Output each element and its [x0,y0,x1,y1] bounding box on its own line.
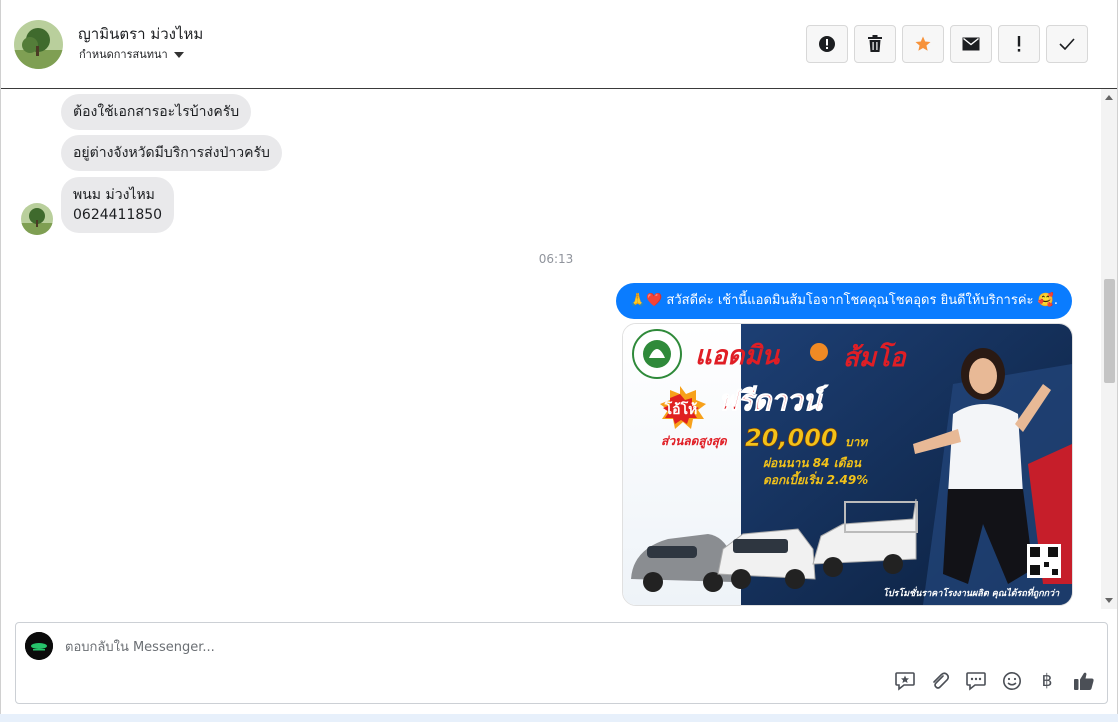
spam-button[interactable] [806,25,848,63]
assign-label: กำหนดการสนทนา [79,48,168,61]
promo-image[interactable]: โอ้โห้ แอดมิน ส้มโอ ฟรีดาวน์ ส่วนลดสูงสุ… [622,323,1073,606]
ad-discount-amount: 20,000 [745,424,838,452]
ad-installment: ผ่อนนาน 84 เดือน [763,456,862,470]
scroll-down-arrow-icon[interactable] [1105,598,1113,603]
contact-name[interactable]: ญามินตรา ม่วงไหม [78,22,203,46]
thread-scrollbar[interactable] [1101,89,1117,609]
ad-title-left: แอดมิน [695,341,780,371]
mark-unread-button[interactable] [950,25,992,63]
check-icon [1059,38,1075,50]
saved-reply-button[interactable] [893,669,917,693]
thumbs-up-icon [1074,672,1094,690]
caret-down-icon [173,51,184,58]
paperclip-icon [933,672,950,689]
trash-icon [868,35,882,52]
sender-avatar [21,203,53,235]
conversation-header: ญามินตรา ม่วงไหม กำหนดการสนทนา [1,0,1117,89]
ad-interest: ดอกเบี้ยเริ่ม 2.49% [763,471,868,487]
follow-up-button[interactable] [998,25,1040,63]
attach-button[interactable] [928,669,952,693]
page-avatar [25,632,53,660]
envelope-icon [962,37,980,51]
incoming-message: อยู่ต่างจังหวัดมีบริการส่งป่าวครับ [61,135,282,171]
message-line: 0624411850 [73,207,163,223]
alert-circle-icon [819,36,835,52]
message-thread[interactable]: ต้องใช้เอกสารอะไรบ้างครับ อยู่ต่างจังหวั… [1,89,1101,609]
emoji-button[interactable] [1000,669,1024,693]
message-timestamp: 06:13 [538,252,574,266]
ad-title-right: ส้มโอ [843,341,907,373]
like-button[interactable] [1072,669,1096,693]
scrollbar-thumb[interactable] [1104,279,1115,383]
page-bottom-strip [0,714,1118,722]
payment-button[interactable]: ฿ [1035,669,1059,693]
contact-avatar[interactable] [14,20,63,69]
ad-discount-unit: บาท [845,435,868,449]
scroll-up-arrow-icon[interactable] [1105,95,1113,100]
incoming-message: ต้องใช้เอกสารอะไรบ้างครับ [61,94,252,130]
chat-bubble-icon [966,672,986,691]
reply-composer: ฿ [15,622,1108,704]
done-button[interactable] [1046,25,1088,63]
outgoing-message: 🙏❤️ สวัสดีค่ะ เช้านี้แอดมินส้มโอจากโชคคุ… [615,283,1072,319]
outgoing-text: สวัสดีค่ะ เช้านี้แอดมินส้มโอจากโชคคุณโชค… [666,293,1034,308]
saved-reply-icon [895,672,915,691]
smiley-icon [1003,672,1021,690]
incoming-message: พนม ม่วงไหม 0624411850 [61,177,175,233]
message-line: พนม ม่วงไหม [73,187,155,203]
exclamation-icon [1017,36,1021,52]
ad-discount-label: ส่วนลดสูงสุด [661,434,728,449]
reply-input[interactable] [63,635,767,659]
messenger-window: ญามินตรา ม่วงไหม กำหนดการสนทนา ต้องใช้เอ… [0,0,1118,714]
message-template-button[interactable] [964,669,988,693]
emoji-prefix: 🙏❤️ [629,293,663,308]
star-button[interactable] [902,25,944,63]
ad-badge-text: โอ้โห้ [664,400,698,418]
star-icon [915,36,931,51]
baht-icon: ฿ [1041,671,1053,691]
delete-button[interactable] [854,25,896,63]
ad-headline: ฟรีดาวน์ [718,384,829,417]
assign-conversation-dropdown[interactable]: กำหนดการสนทนา [79,45,184,63]
emoji-suffix: 🥰. [1037,293,1058,308]
